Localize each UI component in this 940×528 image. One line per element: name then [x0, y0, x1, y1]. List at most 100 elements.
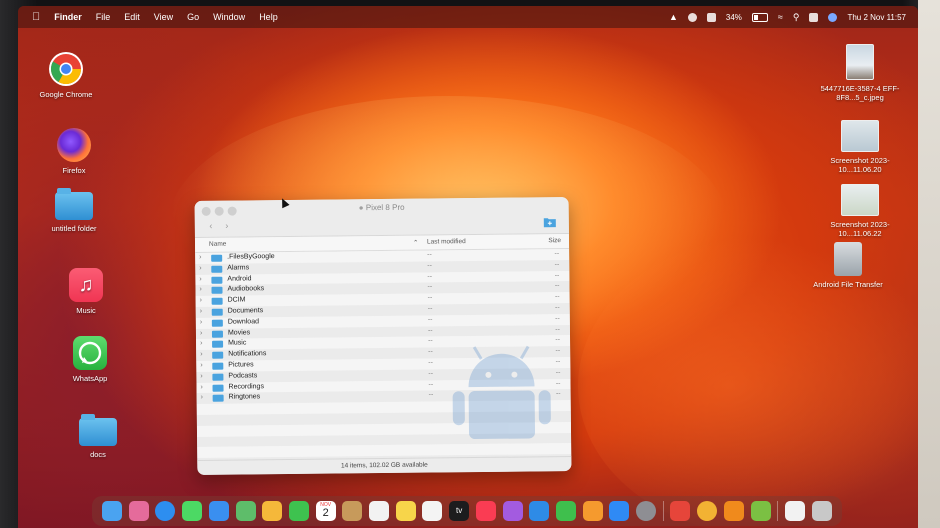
- desktop-icon-jpeg-file[interactable]: 5447716E-3587-4 EFF-8F8...5_c.jpeg: [818, 44, 902, 102]
- disclosure-chevron-icon[interactable]: ›: [201, 394, 203, 401]
- desktop-icon-screenshot-2[interactable]: Screenshot 2023-10...11.06.22: [818, 184, 902, 238]
- podcasts-icon[interactable]: [502, 501, 523, 521]
- reminders-icon[interactable]: [369, 501, 390, 521]
- menu-window[interactable]: Window: [213, 12, 245, 22]
- folder-icon: [212, 373, 224, 381]
- android-file-transfer-icon[interactable]: [750, 501, 771, 521]
- trash-icon[interactable]: [811, 501, 832, 521]
- account-status-icon[interactable]: [687, 12, 697, 22]
- photos-icon[interactable]: [262, 501, 283, 521]
- desktop-icon-music[interactable]: ♫ Music: [44, 268, 128, 315]
- freeform-icon[interactable]: [422, 501, 443, 521]
- desktop-icon-label: Music: [76, 306, 96, 315]
- disclosure-chevron-icon[interactable]: ›: [200, 340, 202, 347]
- status-area: ▲ 34% ≈ ⚲ Thu 2 Nov 11:57: [669, 6, 906, 28]
- vlc-status-icon[interactable]: ▲: [669, 12, 678, 22]
- safari-icon[interactable]: [155, 501, 176, 521]
- file-size: --: [555, 314, 560, 322]
- file-name: Ringtones: [228, 393, 261, 401]
- keynote-icon[interactable]: [529, 501, 550, 521]
- disclosure-chevron-icon[interactable]: ›: [200, 329, 202, 336]
- calendar-icon[interactable]: NOV 2: [315, 501, 336, 521]
- android-file-transfer-icon: [834, 242, 862, 276]
- disclosure-chevron-icon[interactable]: ›: [200, 362, 202, 369]
- vlc-icon[interactable]: [723, 501, 744, 521]
- sort-chevron-icon[interactable]: ⌃: [413, 239, 419, 247]
- finder-titlebar[interactable]: ● Pixel 8 Pro ‹ ›: [194, 197, 569, 238]
- column-last-modified[interactable]: Last modified: [427, 238, 466, 245]
- folder-icon: [79, 414, 117, 446]
- file-last-modified: --: [427, 273, 433, 281]
- anydesk-status-icon[interactable]: [706, 12, 716, 22]
- facetime-icon[interactable]: [288, 501, 309, 521]
- search-icon[interactable]: ⚲: [793, 12, 800, 23]
- wifi-icon[interactable]: ≈: [778, 12, 783, 22]
- mail-icon[interactable]: [208, 501, 229, 521]
- new-folder-button[interactable]: [543, 215, 557, 228]
- file-last-modified: --: [427, 283, 433, 291]
- menu-finder[interactable]: Finder: [54, 12, 82, 22]
- anydesk-icon[interactable]: [670, 501, 691, 521]
- apple-menu-icon[interactable]: : [32, 11, 40, 23]
- file-last-modified: --: [427, 305, 433, 313]
- menu-view[interactable]: View: [154, 12, 173, 22]
- column-size[interactable]: Size: [548, 237, 561, 244]
- system-settings-icon[interactable]: [636, 501, 657, 521]
- desktop-icon-firefox[interactable]: Firefox: [32, 128, 116, 175]
- dock: NOV 2 tv: [92, 496, 842, 526]
- file-last-modified: --: [428, 348, 433, 356]
- forward-button[interactable]: ›: [221, 221, 233, 232]
- column-name[interactable]: Name: [209, 241, 226, 248]
- chrome-icon[interactable]: [697, 501, 718, 521]
- file-name: Android: [227, 274, 252, 283]
- file-name: Download: [227, 318, 260, 326]
- launchpad-icon[interactable]: [128, 501, 149, 521]
- disclosure-chevron-icon[interactable]: ›: [199, 275, 201, 282]
- dock-separator: [662, 501, 664, 521]
- music-icon: ♫: [69, 268, 103, 302]
- disclosure-chevron-icon[interactable]: ›: [200, 297, 202, 304]
- folder-icon: [212, 362, 224, 370]
- document-icon[interactable]: [784, 501, 805, 521]
- finder-window[interactable]: ● Pixel 8 Pro ‹ › Name ⌃ Last modified S…: [194, 197, 572, 475]
- disclosure-chevron-icon[interactable]: ›: [199, 254, 201, 261]
- notes-icon[interactable]: [395, 501, 416, 521]
- battery-icon[interactable]: [751, 12, 768, 22]
- file-size: --: [554, 271, 560, 279]
- folder-icon: [211, 265, 223, 273]
- file-last-modified: --: [427, 316, 433, 324]
- pages-icon[interactable]: [582, 501, 603, 521]
- desktop-icon-docs[interactable]: docs: [56, 414, 140, 459]
- disclosure-chevron-icon[interactable]: ›: [200, 319, 202, 326]
- contacts-icon[interactable]: [342, 501, 363, 521]
- desktop-icon-untitled-folder[interactable]: untitled folder: [32, 188, 116, 233]
- desktop-icon-label: 5447716E-3587-4 EFF-8F8...5_c.jpeg: [820, 84, 900, 102]
- disclosure-chevron-icon[interactable]: ›: [200, 351, 202, 358]
- desktop-icon-android-file-transfer[interactable]: Android File Transfer: [806, 242, 890, 289]
- clock[interactable]: Thu 2 Nov 11:57: [847, 13, 906, 22]
- desktop-icon-google-chrome[interactable]: Google Chrome: [24, 52, 108, 99]
- finder-icon[interactable]: [102, 501, 122, 521]
- menu-go[interactable]: Go: [187, 12, 199, 22]
- numbers-icon[interactable]: [555, 501, 576, 521]
- siri-icon[interactable]: [828, 12, 838, 22]
- disclosure-chevron-icon[interactable]: ›: [199, 265, 201, 272]
- disclosure-chevron-icon[interactable]: ›: [200, 308, 202, 315]
- disclosure-chevron-icon[interactable]: ›: [200, 373, 202, 380]
- app-store-icon[interactable]: [609, 501, 630, 521]
- menu-edit[interactable]: Edit: [124, 12, 140, 22]
- back-button[interactable]: ‹: [205, 221, 217, 232]
- desktop-icon-whatsapp[interactable]: WhatsApp: [48, 336, 132, 383]
- control-center-icon[interactable]: [809, 12, 819, 22]
- menu-help[interactable]: Help: [259, 12, 278, 22]
- messages-icon[interactable]: [182, 501, 203, 521]
- desktop-icon-screenshot-1[interactable]: Screenshot 2023-10...11.06.20: [818, 120, 902, 174]
- maps-icon[interactable]: [235, 501, 256, 521]
- disclosure-chevron-icon[interactable]: ›: [200, 383, 202, 390]
- menu-bar:  Finder File Edit View Go Window Help ▲…: [18, 6, 918, 28]
- disclosure-chevron-icon[interactable]: ›: [199, 286, 201, 293]
- menu-file[interactable]: File: [96, 12, 111, 22]
- apple-tv-icon[interactable]: tv: [449, 501, 470, 521]
- music-icon[interactable]: [475, 501, 496, 521]
- file-last-modified: --: [428, 381, 434, 389]
